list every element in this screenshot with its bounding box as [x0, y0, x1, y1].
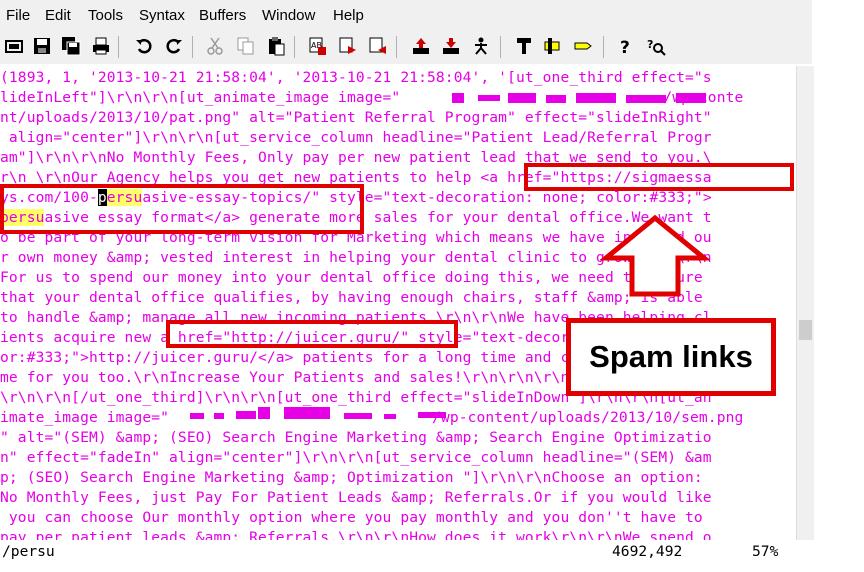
vertical-scrollbar[interactable]: [796, 66, 814, 540]
copy-icon[interactable]: [235, 35, 257, 57]
up-arrow-icon: [600, 214, 710, 297]
redaction-blot: [258, 407, 270, 419]
spam-link-highlight-box: [166, 320, 458, 348]
menu-window[interactable]: Window: [262, 7, 315, 24]
command-line[interactable]: /persu: [2, 540, 55, 564]
redaction-blot: [546, 95, 566, 103]
redaction-blot: [214, 413, 224, 419]
svg-text:?: ?: [620, 38, 630, 56]
editor-line: nt/uploads/2013/10/pat.png" alt="Patient…: [0, 109, 712, 126]
editor-line: p; (SEO) Search Engine Marketing &amp; O…: [0, 469, 703, 486]
find-prev-icon[interactable]: [367, 35, 389, 57]
editor-line: align="center"]\r\n\r\n[ut_service_colum…: [0, 129, 712, 146]
open-icon[interactable]: [3, 35, 25, 57]
editor-line: n" effect="fadeIn" align="center"]\r\n\r…: [0, 449, 712, 466]
redaction-blot: [478, 95, 500, 101]
redaction-blot: [384, 414, 396, 419]
redaction-blot: [508, 93, 536, 103]
editor-line: that your dental office qualifies, by ha…: [0, 289, 703, 306]
redaction-blot: [418, 412, 446, 418]
editor-line: you can choose Our monthly option where …: [0, 509, 703, 526]
menu-tools[interactable]: Tools: [88, 7, 123, 24]
editor-line: For us to spend our money into your dent…: [0, 269, 703, 286]
toolbar-separator: [118, 36, 119, 58]
cursor-position: 4692,492: [612, 543, 683, 560]
redaction-blot: [452, 93, 464, 103]
toolbar-separator: [192, 36, 193, 58]
scroll-percent: 57%: [752, 543, 779, 560]
load-session-icon[interactable]: [410, 35, 432, 57]
build-tags-icon[interactable]: [542, 35, 564, 57]
scrollbar-thumb[interactable]: [799, 320, 812, 340]
make-icon[interactable]: [513, 35, 535, 57]
toolbar-separator: [396, 36, 397, 58]
find-next-icon[interactable]: [337, 35, 359, 57]
toolbar-separator: [294, 36, 295, 58]
redaction-blot: [344, 413, 372, 419]
spam-link-highlight-box: [0, 184, 364, 234]
undo-icon[interactable]: [133, 35, 155, 57]
redaction-blot: [284, 407, 330, 419]
redaction-blot: [236, 411, 256, 419]
editor-line: " alt="(SEM) &amp; (SEO) Search Engine M…: [0, 429, 712, 446]
menu-file[interactable]: File: [6, 7, 30, 24]
run-script-icon[interactable]: [470, 35, 492, 57]
save-all-icon[interactable]: [60, 35, 82, 57]
menu-bar: File Edit Tools Syntax Buffers Window He…: [0, 0, 812, 30]
cut-icon[interactable]: [204, 35, 226, 57]
toolbar-separator: [603, 36, 604, 58]
redaction-blot: [576, 93, 616, 103]
redaction-blot: [676, 93, 706, 103]
editor-line: No Monthly Fees, just Pay For Patient Le…: [0, 489, 712, 506]
redaction-blot: [190, 413, 204, 419]
editor-line: pay per patient leads &amp; Referrals.\r…: [0, 529, 712, 540]
menu-help[interactable]: Help: [333, 7, 364, 24]
menu-syntax[interactable]: Syntax: [139, 7, 185, 24]
menu-buffers[interactable]: Buffers: [199, 7, 246, 24]
status-line: /persu 4692,492 57%: [0, 540, 812, 564]
save-session-icon[interactable]: [440, 35, 462, 57]
print-icon[interactable]: [90, 35, 112, 57]
toolbar-separator: [500, 36, 501, 58]
redaction-blot: [626, 95, 666, 103]
paste-icon[interactable]: [265, 35, 287, 57]
editor-text-area[interactable]: (1893, 1, '2013-10-21 21:58:04', '2013-1…: [0, 66, 796, 540]
svg-text:?: ?: [647, 38, 653, 51]
jump-tag-icon[interactable]: [572, 35, 594, 57]
menu-edit[interactable]: Edit: [45, 7, 71, 24]
redo-icon[interactable]: [163, 35, 185, 57]
save-icon[interactable]: [31, 35, 53, 57]
replace-icon[interactable]: AB: [307, 35, 329, 57]
help-icon[interactable]: ?: [615, 35, 637, 57]
spam-links-callout: Spam links: [566, 318, 776, 396]
editor-line: (1893, 1, '2013-10-21 21:58:04', '2013-1…: [0, 69, 712, 86]
toolbar: AB ? ?: [0, 30, 812, 64]
spam-link-highlight-box: [524, 163, 794, 191]
find-help-icon[interactable]: ?: [645, 35, 667, 57]
